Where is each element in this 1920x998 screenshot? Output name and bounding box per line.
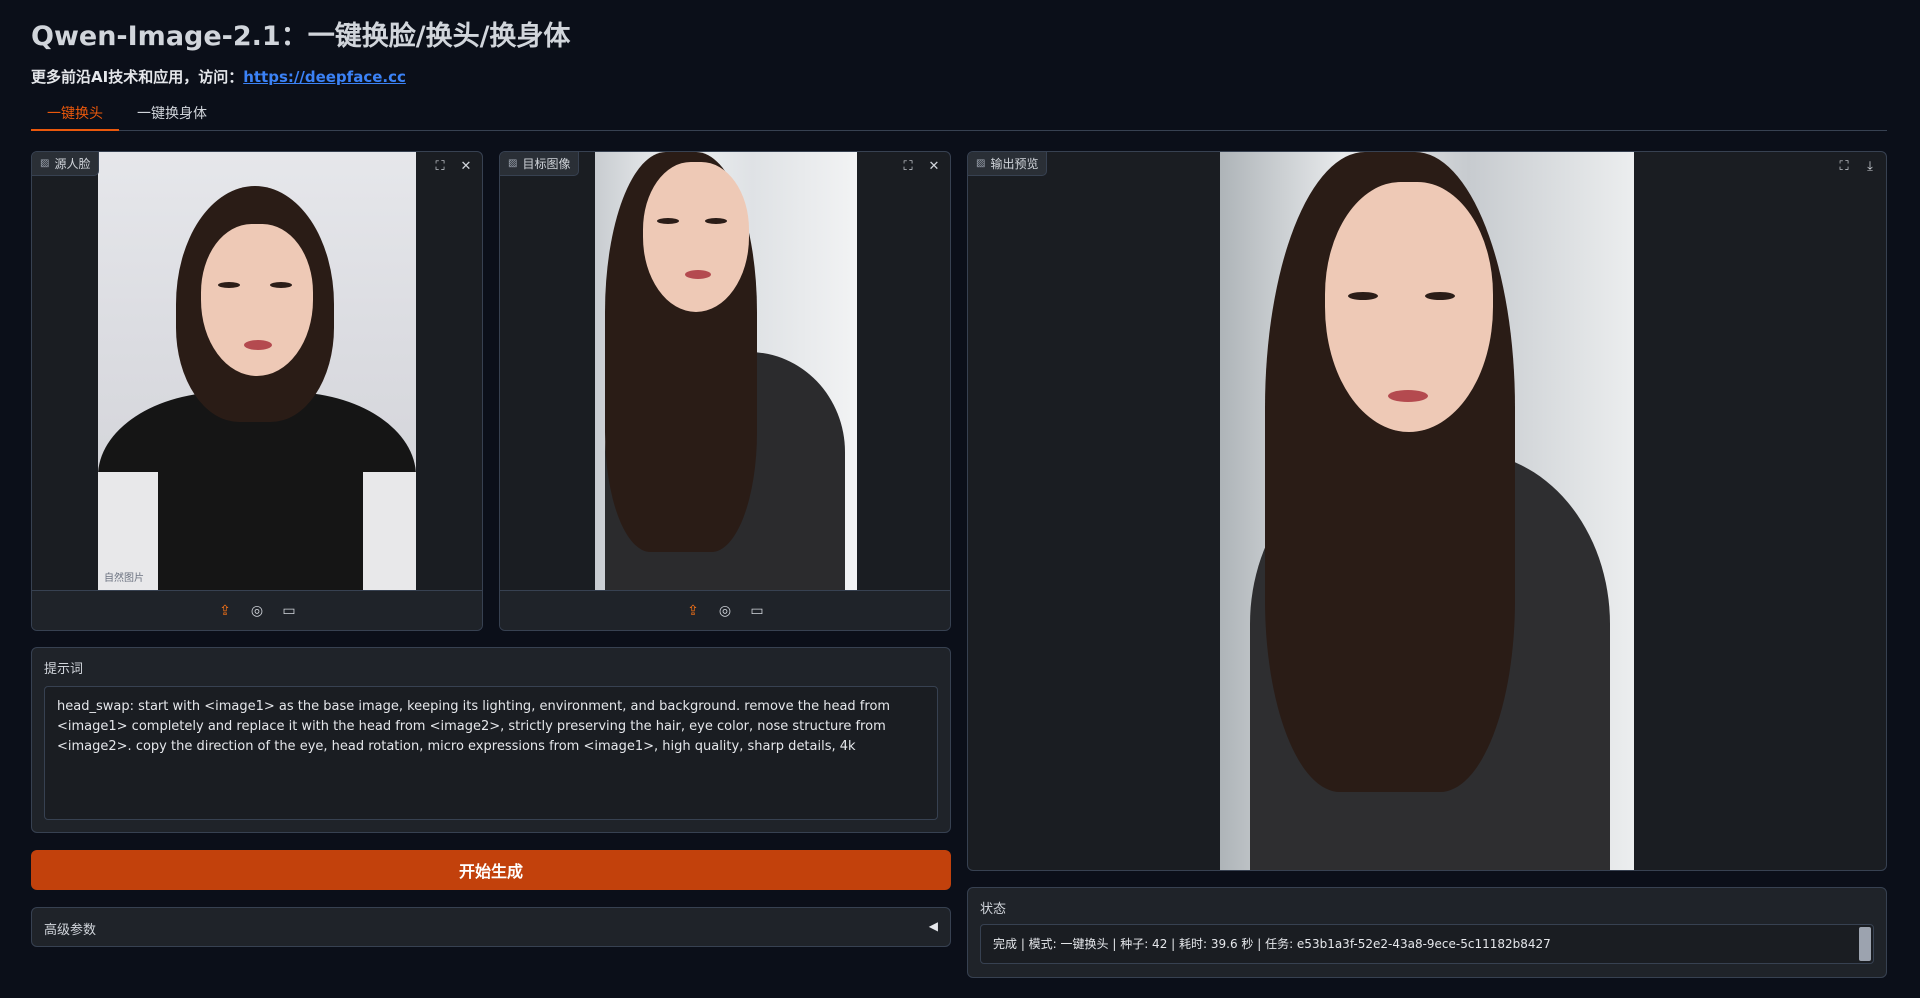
image-icon: ▨ [976,157,986,169]
webcam-icon[interactable]: ◎ [715,601,735,621]
prompt-input[interactable]: head_swap: start with <image1> as the ba… [44,686,938,820]
watermark-logo: 自然图片 [104,573,144,584]
subtitle: 更多前沿AI技术和应用，访问：https://deepface.cc [31,66,406,87]
output-preview-badge: ▨ 输出预览 [968,152,1048,176]
status-panel: 状态 完成 | 模式: 一键换头 | 种子: 42 | 耗时: 39.6 秒 |… [967,887,1887,978]
source-face-label: 源人脸 [54,156,91,171]
download-icon[interactable]: ⤓ [1860,156,1880,176]
target-image-label: 目标图像 [522,156,571,171]
image-icon: ▨ [40,157,50,169]
status-scrollbar[interactable] [1859,927,1871,961]
page-title: Qwen-Image-2.1：一键换脸/换头/换身体 [31,21,571,52]
advanced-params-accordion[interactable]: 高级参数 ◀ [31,907,951,947]
clipboard-icon[interactable]: ▭ [279,601,299,621]
deepface-link[interactable]: https://deepface.cc [243,68,406,86]
image-icon: ▨ [508,157,518,169]
fullscreen-icon[interactable]: ⛶ [430,156,450,176]
output-image [1220,152,1634,870]
target-image-toolbar: ⇪ ◎ ▭ [500,590,950,630]
output-preview-label: 输出预览 [990,156,1039,171]
source-face-actions: ⛶ ✕ [430,156,476,176]
source-face-toolbar: ⇪ ◎ ▭ [32,590,482,630]
upload-icon[interactable]: ⇪ [215,601,235,621]
status-textbox[interactable]: 完成 | 模式: 一键换头 | 种子: 42 | 耗时: 39.6 秒 | 任务… [980,924,1874,964]
generate-button[interactable]: 开始生成 [31,850,951,890]
collapse-arrow-icon[interactable]: ◀ [929,919,938,933]
webcam-icon[interactable]: ◎ [247,601,267,621]
close-icon[interactable]: ✕ [924,156,944,176]
upload-icon[interactable]: ⇪ [683,601,703,621]
tab-head-swap[interactable]: 一键换头 [31,101,119,131]
prompt-panel: 提示词 head_swap: start with <image1> as th… [31,647,951,833]
clipboard-icon[interactable]: ▭ [747,601,767,621]
subtitle-text: 更多前沿AI技术和应用，访问： [31,68,244,86]
fullscreen-icon[interactable]: ⛶ [1834,156,1854,176]
tab-bar: 一键换头 一键换身体 [31,101,1887,131]
tab-body-swap[interactable]: 一键换身体 [127,101,217,131]
output-preview-actions: ⛶ ⤓ [1834,156,1880,176]
target-image-panel[interactable]: ▨ 目标图像 ⛶ ✕ ⇪ ◎ ▭ [499,151,951,631]
source-face-panel[interactable]: ▨ 源人脸 ⛶ ✕ 自然图片 ⇪ ◎ ▭ [31,151,483,631]
close-icon[interactable]: ✕ [456,156,476,176]
target-image [595,152,857,590]
advanced-params-label: 高级参数 [44,923,97,938]
output-preview-panel: ▨ 输出预览 ⛶ ⤓ [967,151,1887,871]
target-image-badge: ▨ 目标图像 [500,152,580,176]
prompt-label: 提示词 [44,662,84,677]
target-image-actions: ⛶ ✕ [898,156,944,176]
status-text: 完成 | 模式: 一键换头 | 种子: 42 | 耗时: 39.6 秒 | 任务… [993,937,1551,951]
source-face-badge: ▨ 源人脸 [32,152,100,176]
fullscreen-icon[interactable]: ⛶ [898,156,918,176]
source-face-image: 自然图片 [98,152,416,590]
status-label: 状态 [980,902,1007,917]
